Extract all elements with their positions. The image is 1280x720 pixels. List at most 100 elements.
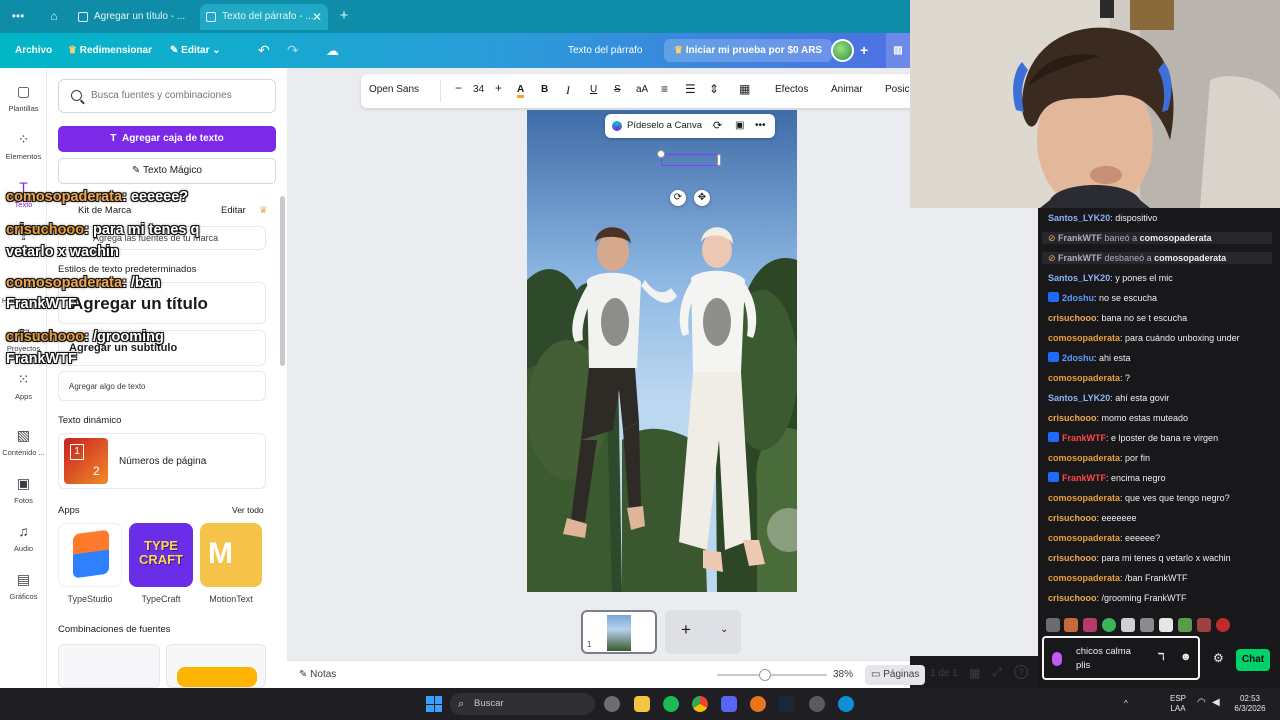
emote-icon[interactable] — [1046, 618, 1060, 632]
settings-icon[interactable]: ⚙ — [1213, 651, 1224, 665]
zoom-slider-knob[interactable] — [759, 669, 771, 681]
font-combo-tile[interactable] — [58, 644, 160, 688]
list-icon[interactable]: ☰ — [685, 82, 696, 96]
translate-icon[interactable]: ℸ — [1158, 652, 1164, 663]
resize-handle[interactable] — [717, 154, 721, 166]
language-indicator[interactable]: ESP LAA — [1168, 694, 1188, 714]
font-combo-tile[interactable] — [166, 644, 266, 688]
new-tab-button[interactable]: + — [334, 7, 354, 25]
emote-icon[interactable] — [1197, 618, 1211, 632]
selected-text-box[interactable] — [657, 150, 721, 166]
move-icon[interactable]: ✥ — [694, 190, 710, 206]
mic-icon[interactable] — [1052, 652, 1062, 666]
fullscreen-icon[interactable]: ⤢ — [992, 665, 1002, 680]
settings-icon[interactable] — [604, 696, 620, 712]
discord-icon[interactable] — [721, 696, 737, 712]
windows-start-icon[interactable] — [426, 696, 442, 712]
chat-username[interactable]: Santos_LYK20 — [1048, 273, 1110, 283]
underline-icon[interactable]: U — [590, 84, 597, 95]
emoji-icon[interactable]: ☻ — [1180, 651, 1192, 663]
position-button[interactable]: Posici — [885, 84, 912, 95]
app-motiontext[interactable]: M — [200, 523, 262, 587]
chat-input[interactable]: chicos calma plis ℸ ☻ — [1042, 636, 1200, 680]
bold-icon[interactable]: B — [541, 84, 548, 95]
rail-item-audio[interactable]: ♫ Audio — [0, 522, 47, 553]
chat-username[interactable]: crisuchooo — [1048, 513, 1097, 523]
clock[interactable]: 02:53 6/3/2026 — [1232, 694, 1268, 714]
chat-username[interactable]: crisuchooo — [1048, 593, 1097, 603]
app-typestudio[interactable] — [58, 523, 122, 587]
emote-icon[interactable] — [1064, 618, 1078, 632]
brand-kit-edit-link[interactable]: Editar — [221, 205, 246, 216]
font-size-decrease[interactable]: − — [455, 81, 462, 95]
page-numbers-button[interactable]: 1 2 Números de página — [58, 433, 266, 489]
transparency-icon[interactable]: ▦ — [739, 82, 750, 96]
add-textbox-button[interactable]: T Agregar caja de texto — [58, 126, 276, 152]
italic-icon[interactable]: I — [566, 83, 570, 98]
media-player-icon[interactable] — [750, 696, 766, 712]
chat-username[interactable]: FrankWTF — [1058, 253, 1102, 263]
chat-target-user[interactable]: comosopaderata — [1140, 233, 1212, 243]
trial-button[interactable]: ♛ Iniciar mi prueba por $0 ARS — [664, 39, 833, 62]
add-body-text-button[interactable]: Agregar algo de texto — [58, 371, 266, 401]
chat-target-user[interactable]: comosopaderata — [1154, 253, 1226, 263]
font-size-input[interactable]: 34 — [473, 84, 484, 95]
chat-username[interactable]: FrankWTF — [1062, 433, 1106, 443]
animate-button[interactable]: Animar — [831, 84, 863, 95]
rail-item-plantillas[interactable]: ▢ Plantillas — [0, 82, 47, 113]
chat-username[interactable]: comosopaderata — [1048, 493, 1120, 503]
more-icon[interactable]: ••• — [8, 7, 28, 25]
strikethrough-icon[interactable]: S — [614, 84, 621, 95]
font-family-select[interactable]: Open Sans — [369, 80, 441, 102]
app-typecraft[interactable]: TYPE CRAFT — [129, 523, 193, 587]
font-search-input[interactable]: Busca fuentes y combinaciones — [58, 79, 276, 113]
zoom-value[interactable]: 38% — [833, 669, 853, 680]
emote-icon[interactable] — [1178, 618, 1192, 632]
emote-icon[interactable] — [1083, 618, 1097, 632]
emote-icon[interactable] — [1102, 618, 1116, 632]
steam-icon[interactable] — [779, 696, 795, 712]
chat-username[interactable]: comosopaderata — [1048, 453, 1120, 463]
emote-icon[interactable] — [1159, 618, 1173, 632]
rotate-icon[interactable]: ⟳ — [670, 190, 686, 206]
chrome-icon[interactable] — [692, 696, 708, 712]
chat-username[interactable]: FrankWTF — [1062, 473, 1106, 483]
emote-icon[interactable] — [1216, 618, 1230, 632]
tab-texto-parrafo[interactable]: Texto del párrafo - ... ✕ — [200, 4, 328, 30]
file-explorer-icon[interactable] — [634, 696, 650, 712]
spacing-icon[interactable]: ⇕ — [709, 82, 719, 96]
emote-icon[interactable] — [1121, 618, 1135, 632]
pages-button[interactable]: ▭ Páginas — [865, 665, 926, 685]
effects-button[interactable]: Efectos — [775, 84, 808, 95]
rail-item-contenido[interactable]: ▧ Contenido ... — [0, 426, 47, 457]
zoom-slider[interactable] — [717, 669, 827, 681]
tab-agregar-titulo[interactable]: Agregar un título - ... — [72, 4, 198, 30]
text-color-icon[interactable]: A — [517, 84, 525, 98]
chat-username[interactable]: comosopaderata — [1048, 333, 1120, 343]
rail-item-elementos[interactable]: ⁘ Elementos — [0, 130, 47, 161]
chat-username[interactable]: 2doshu — [1062, 353, 1094, 363]
chat-username[interactable]: crisuchooo — [1048, 313, 1097, 323]
more-icon[interactable]: ••• — [755, 114, 766, 138]
document-title[interactable]: Texto del párrafo — [568, 33, 643, 68]
case-icon[interactable]: aA — [636, 84, 648, 95]
app-icon[interactable] — [809, 696, 825, 712]
emote-icon[interactable] — [1140, 618, 1154, 632]
ask-canva-bar[interactable]: Pídeselo a Canva ⟳ ▣ ••• — [605, 114, 775, 138]
chat-username[interactable]: 2doshu — [1062, 293, 1094, 303]
chat-username[interactable]: crisuchooo — [1048, 413, 1097, 423]
chat-username[interactable]: Santos_LYK20 — [1048, 393, 1110, 403]
redo-icon[interactable]: ↷ — [287, 33, 299, 68]
avatar[interactable] — [831, 39, 854, 62]
resize-handle[interactable] — [657, 150, 665, 158]
grid-view-icon[interactable]: ▦ — [969, 666, 980, 680]
chat-username[interactable]: crisuchooo — [1048, 553, 1097, 563]
taskbar-search[interactable]: ⌕ Buscar — [450, 693, 595, 715]
refresh-icon[interactable]: ⟳ — [713, 114, 722, 138]
chat-username[interactable]: comosopaderata — [1048, 573, 1120, 583]
rail-item-graficos[interactable]: ▤ Gráficos — [0, 570, 47, 601]
home-icon[interactable]: ⌂ — [44, 7, 64, 25]
chevron-down-icon[interactable]: ⌄ — [720, 624, 728, 635]
chat-send-button[interactable]: Chat — [1236, 649, 1270, 671]
lock-icon[interactable]: ▣ — [735, 114, 744, 138]
